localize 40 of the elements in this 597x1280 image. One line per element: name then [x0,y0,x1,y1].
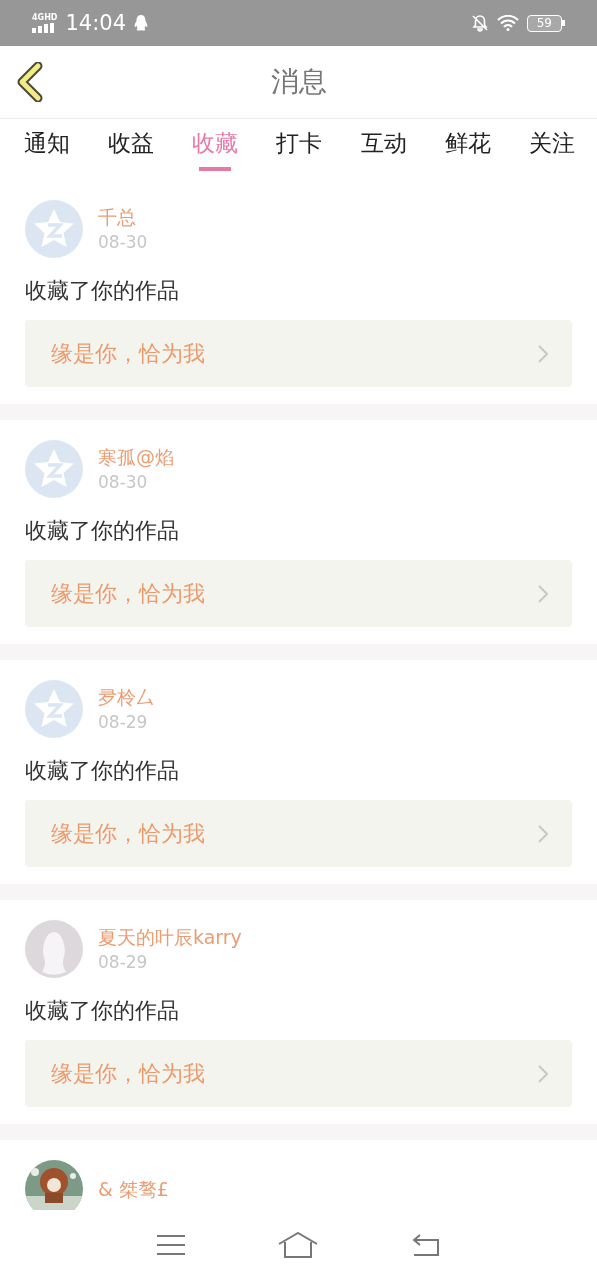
message-text: 收藏了你的作品 [25,757,180,785]
wifi-icon [496,15,519,31]
home-icon[interactable] [278,1232,319,1258]
tab[interactable]: 互动 [354,119,413,171]
back-arrow-icon[interactable] [412,1234,441,1256]
chevron-right-icon [538,824,548,843]
message-text: 收藏了你的作品 [25,997,180,1025]
message-text: 收藏了你的作品 [25,277,180,305]
tab[interactable]: 收益 [102,119,161,171]
user-name[interactable]: 夛柃厶 [98,686,155,708]
penguin-icon [134,15,148,31]
tab[interactable]: 通知 [18,119,76,171]
message-date: 08-29 [98,712,149,732]
chevron-right-icon [538,584,548,603]
message-text: 收藏了你的作品 [25,517,180,545]
avatar-silhouette-icon [25,920,83,978]
message-date: 08-30 [98,232,148,252]
page-title: 消息 [270,64,327,100]
network-label: 4GHD [32,13,58,22]
work-link[interactable]: 缘是你，恰为我 [25,1040,572,1107]
menu-icon[interactable] [156,1234,185,1256]
chevron-right-icon [538,1064,548,1083]
user-name[interactable]: & 桀骜£ [98,1178,169,1200]
work-link[interactable]: 缘是你，恰为我 [25,800,572,867]
tab[interactable]: 收藏 [186,119,245,171]
bell-off-icon [470,14,489,32]
work-link[interactable]: 缘是你，恰为我 [25,560,572,627]
tab[interactable]: 打卡 [270,119,329,171]
tab[interactable]: 鲜花 [438,119,497,171]
chevron-right-icon [538,344,548,363]
user-name[interactable]: 寒孤@焰 [98,446,174,468]
user-name[interactable]: 千总 [98,206,148,228]
clock: 14:04 [65,11,126,35]
tab[interactable]: 关注 [522,119,581,171]
user-name[interactable]: 夏天的叶辰karry [98,926,242,948]
message-date: 08-29 [98,952,149,972]
signal-icon [32,23,56,33]
work-link[interactable]: 缘是你，恰为我 [25,320,572,387]
battery-indicator: 59 [526,14,565,32]
message-date: 08-30 [98,472,149,492]
